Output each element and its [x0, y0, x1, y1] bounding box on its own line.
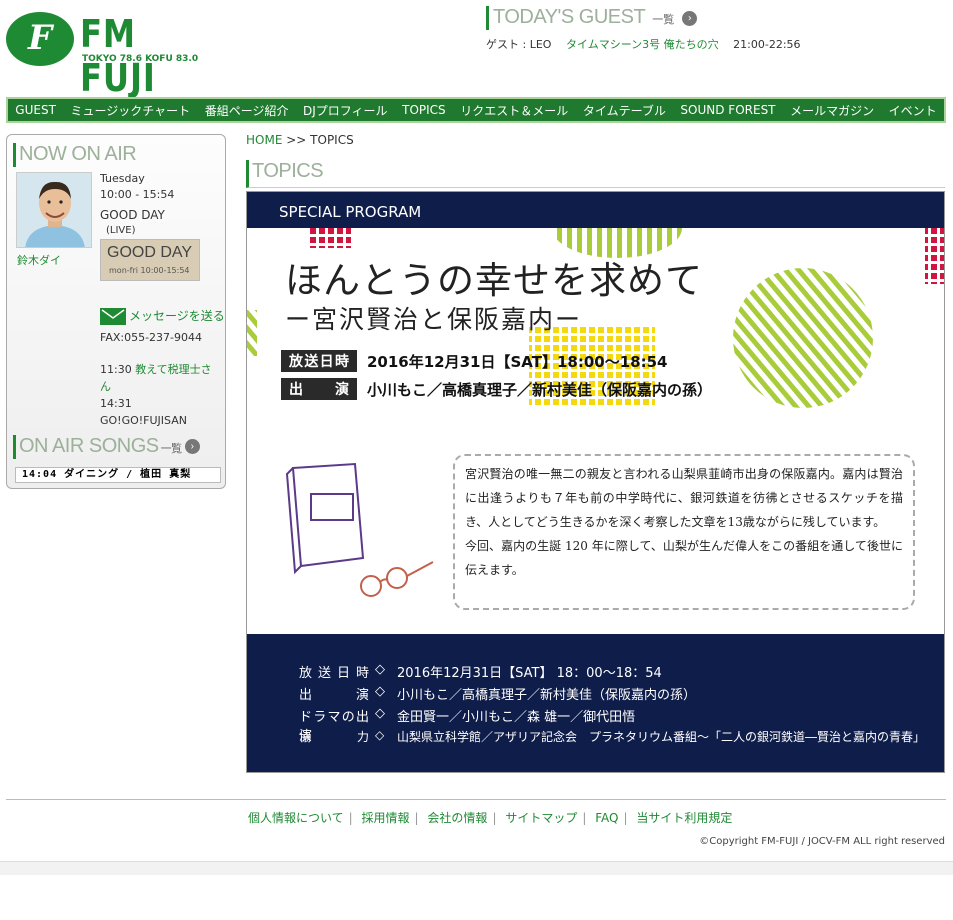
nav-programs[interactable]: 番組ページ紹介	[205, 102, 289, 119]
nav-sound-forest[interactable]: SOUND FOREST	[680, 103, 775, 117]
credit-cooperation: 協力 ◇ 山梨県立科学館／アザリア記念会 プラネタリウム番組～「二人の銀河鉄道―賢治…	[299, 728, 926, 744]
footer-links: 個人情報について | 採用情報 | 会社の情報 | サイトマップ | FAQ | 当サイト…	[248, 811, 733, 825]
page-title: TOPICS	[246, 160, 945, 188]
nav-topics[interactable]: TOPICS	[402, 103, 446, 117]
schedule-list: 11:30 教えて税理士さん 14:31 GO!GO!FUJISAN	[100, 363, 212, 427]
on-air-songs-heading: ON AIR SONGS 一覧 ›	[13, 435, 200, 459]
dj-portrait-image	[17, 173, 91, 247]
nav-mail-magazine[interactable]: メールマガジン	[790, 102, 874, 119]
songs-ticker: 14:04 ダイニング / 植田 真梨	[15, 467, 221, 483]
todays-guest-heading: TODAY'S GUEST 一覧 ›	[486, 6, 698, 30]
main-nav: GUEST ミュージックチャート 番組ページ紹介 DJプロフィール TOPICS…	[6, 97, 946, 123]
guest-program-link[interactable]: タイムマシーン3号 俺たちの穴	[566, 38, 719, 51]
nav-dj-profile[interactable]: DJプロフィール	[303, 102, 388, 119]
credit-cast: 出演 ◇ 小川もこ／高橋真理子／新村美佳（保阪嘉内の孫）	[299, 684, 697, 703]
logo-frequencies: TOKYO 78.6 KOFU 83.0	[82, 54, 199, 64]
cast-row: 出演 小川もこ／高橋真理子／新村美佳（保阪嘉内の孫）	[281, 378, 712, 400]
fm-fuji-logo[interactable]: F FM FUJI TOKYO 78.6 KOFU 83.0	[6, 10, 206, 100]
program-name: GOOD DAY	[100, 208, 165, 222]
chevron-right-icon[interactable]: ›	[682, 11, 698, 26]
guest-list-link[interactable]: 一覧	[652, 13, 674, 26]
nav-guest[interactable]: GUEST	[15, 103, 56, 117]
poster-title: ほんとうの幸せを求めて	[285, 259, 703, 302]
breadcrumb-home[interactable]: HOME	[246, 133, 282, 147]
now-on-air-heading: NOW ON AIR	[13, 143, 137, 167]
songs-list-link[interactable]: 一覧	[161, 443, 183, 455]
copyright: ©Copyright FM-FUJI / JOCV-FM ALL right r…	[699, 836, 945, 847]
nav-music-chart[interactable]: ミュージックチャート	[70, 102, 190, 119]
footer-link-sitemap[interactable]: サイトマップ	[505, 811, 577, 825]
now-on-air-panel: NOW ON AIR 鈴木ダイ Tuesday 10:00 - 15:54 GO…	[6, 134, 226, 489]
dj-photo[interactable]	[16, 172, 92, 248]
envelope-icon	[100, 308, 126, 325]
broadcast-row: 放送日時 2016年12月31日【SAT】18:00～18:54	[281, 350, 667, 372]
logo-mark: F	[6, 12, 74, 66]
nav-timetable[interactable]: タイムテーブル	[583, 102, 666, 119]
credit-broadcast: 放送日時 ◇ 2016年12月31日【SAT】 18：00～18：54	[299, 662, 662, 681]
send-message-link[interactable]: メッセージを送る	[100, 307, 225, 325]
footer-divider	[6, 799, 946, 800]
fax-number: FAX:055-237-9044	[100, 331, 203, 344]
nav-event[interactable]: イベント	[889, 102, 937, 119]
program-description: 宮沢賢治の唯一無二の親友と言われる山梨県韮崎市出身の保阪嘉内。嘉内は賢治に出逢う…	[453, 454, 915, 610]
credits-panel: 放送日時 ◇ 2016年12月31日【SAT】 18：00～18：54 出演 ◇ 小川も…	[247, 634, 944, 772]
special-program-label: SPECIAL PROGRAM	[247, 192, 944, 228]
poster-subtitle: ー宮沢賢治と保阪嘉内ー	[285, 305, 583, 334]
page-bottom-bar	[0, 861, 953, 875]
breadcrumb-current: TOPICS	[310, 133, 354, 147]
footer-link-company[interactable]: 会社の情報	[427, 811, 487, 825]
footer-link-faq[interactable]: FAQ	[595, 811, 618, 825]
guest-info: ゲスト : LEO タイムマシーン3号 俺たちの穴 21:00-22:56	[486, 38, 801, 51]
footer-link-recruit[interactable]: 採用情報	[362, 811, 410, 825]
nav-request-mail[interactable]: リクエスト＆メール	[460, 102, 568, 119]
breadcrumb: HOME >> TOPICS	[246, 133, 354, 147]
chevron-right-icon[interactable]: ›	[184, 439, 200, 455]
good-day-banner[interactable]: GOOD DAY mon-fri 10:00-15:54	[100, 239, 200, 281]
footer-link-privacy[interactable]: 個人情報について	[248, 811, 344, 825]
on-air-info: Tuesday 10:00 - 15:54 GOOD DAY (LIVE)	[100, 172, 175, 236]
special-program-poster: SPECIAL PROGRAM ほんとうの幸せを求めて ー宮沢賢治と保阪嘉内ー …	[246, 191, 945, 773]
footer-link-terms[interactable]: 当サイト利用規定	[636, 811, 732, 825]
dj-name-link[interactable]: 鈴木ダイ	[17, 252, 61, 268]
